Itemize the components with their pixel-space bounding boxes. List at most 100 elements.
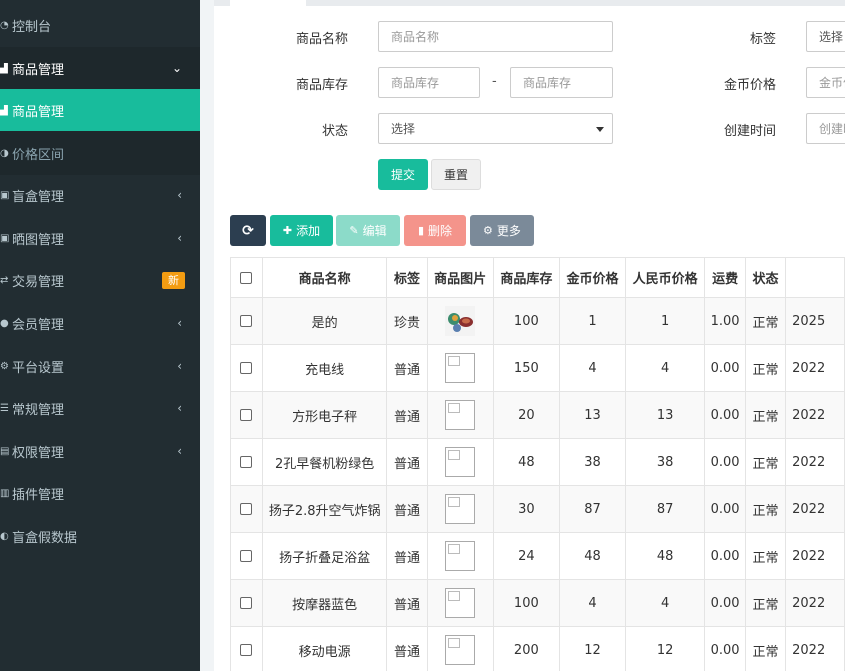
broken-image-icon[interactable]	[445, 400, 476, 430]
broken-image-icon[interactable]	[445, 541, 476, 571]
created-label: 创建时间	[723, 124, 776, 139]
cell-rmb: 87	[625, 485, 706, 533]
refresh-button[interactable]: ⟳	[230, 215, 266, 246]
col-header-freight[interactable]: 运费	[704, 257, 746, 298]
select-all-checkbox[interactable]	[240, 271, 253, 284]
goods-table: 商品名称 标签 商品图片 商品库存 金币价格 人民币价格 运费 状态 创建时间 …	[230, 257, 845, 671]
stock-min-input[interactable]: 商品库存	[378, 67, 480, 98]
reset-button[interactable]: 重置	[431, 159, 481, 190]
col-header-stock[interactable]: 商品库存	[492, 257, 560, 298]
sidebar-item-label: 盲盒假数据	[12, 530, 78, 546]
cell-rmb: 1	[625, 297, 706, 345]
sidebar-item-goods[interactable]: ▟ 商品管理	[0, 89, 200, 131]
cell-stock: 150	[492, 344, 560, 392]
col-header-name[interactable]: 商品名称	[261, 257, 388, 298]
cell-rmb: 38	[625, 438, 706, 486]
sidebar-item-label: 交易管理	[12, 274, 65, 290]
sidebar-item-general[interactable]: ☰ 常规管理 ‹	[0, 387, 200, 429]
chevron-left-icon: ‹	[177, 231, 182, 245]
table-row[interactable]: 扬子2.8升空气炸锅 普通 30 87 87 0.00 正常 2022	[230, 485, 845, 533]
row-checkbox[interactable]	[240, 315, 253, 327]
col-header-created[interactable]: 创建时间	[785, 257, 845, 298]
col-header-image[interactable]: 商品图片	[426, 257, 494, 298]
table-row[interactable]: 移动电源 普通 200 12 12 0.00 正常 2022	[230, 626, 845, 671]
more-button[interactable]: ⚙ 更多	[470, 215, 534, 246]
created-input[interactable]: 创建时间	[806, 113, 845, 144]
row-checkbox[interactable]	[240, 550, 253, 562]
sidebar-item-auth[interactable]: ▤ 权限管理 ‹	[0, 430, 200, 472]
add-button[interactable]: ✚ 添加	[270, 215, 333, 246]
cell-stock: 24	[492, 532, 560, 580]
cell-stock: 20	[492, 391, 560, 439]
row-checkbox[interactable]	[240, 409, 253, 421]
stock-label: 商品库存	[295, 78, 348, 93]
sidebar-item-price-range[interactable]: ◑ 价格区间	[0, 131, 200, 175]
broken-image-icon[interactable]	[445, 447, 476, 477]
cell-tag: 普通	[386, 438, 428, 486]
coin-input[interactable]: 金币价格	[806, 67, 845, 98]
submit-button[interactable]: 提交	[378, 159, 428, 190]
broken-image-icon[interactable]	[445, 588, 476, 618]
table-row[interactable]: 方形电子秤 普通 20 13 13 0.00 正常 2022	[230, 391, 845, 439]
tag-select[interactable]: 选择	[806, 21, 845, 52]
row-checkbox[interactable]	[240, 456, 253, 468]
product-thumbnail[interactable]	[445, 306, 476, 336]
name-input[interactable]: 商品名称	[378, 21, 613, 52]
broken-image-icon[interactable]	[445, 353, 476, 383]
sidebar-item-blindbox[interactable]: ▣ 盲盒管理 ‹	[0, 174, 200, 216]
table-row[interactable]: 充电线 普通 150 4 4 0.00 正常 2022	[230, 344, 845, 392]
sidebar-item-label: 平台设置	[12, 360, 65, 376]
table-row[interactable]: 扬子折叠足浴盆 普通 24 48 48 0.00 正常 2022	[230, 532, 845, 580]
cell-image	[426, 626, 494, 671]
sidebar-item-goods-group[interactable]: ▟ 商品管理 ⌄	[0, 47, 200, 89]
table-row[interactable]: 2孔早餐机粉绿色 普通 48 38 38 0.00 正常 2022	[230, 438, 845, 486]
cell-freight: 0.00	[704, 391, 746, 439]
gift-icon: ▣	[0, 189, 10, 201]
row-checkbox[interactable]	[240, 362, 253, 374]
delete-label: 删除	[428, 224, 453, 238]
cell-image	[426, 391, 494, 439]
sidebar-item-addons[interactable]: ▥ 插件管理	[0, 472, 200, 514]
cell-status: 正常	[744, 485, 787, 533]
cell-checkbox	[230, 438, 263, 486]
sidebar-item-members[interactable]: ● 会员管理 ‹	[0, 302, 200, 344]
plus-icon: ✚	[282, 224, 293, 237]
edit-button[interactable]: ✎ 编辑	[336, 215, 400, 246]
cell-checkbox	[230, 532, 263, 580]
col-header-tag[interactable]: 标签	[386, 257, 428, 298]
status-label: 状态	[321, 124, 348, 139]
col-header-rmb[interactable]: 人民币价格	[625, 257, 706, 298]
cell-checkbox	[230, 485, 263, 533]
image-icon: ▣	[0, 232, 10, 244]
col-header-coin[interactable]: 金币价格	[558, 257, 627, 298]
row-checkbox[interactable]	[240, 503, 253, 515]
row-checkbox[interactable]	[240, 644, 253, 656]
sidebar-item-trade[interactable]: ⇄ 交易管理 新	[0, 259, 200, 301]
broken-image-icon[interactable]	[445, 494, 476, 524]
sidebar-item-dashboard[interactable]: ◔ 控制台	[0, 4, 200, 46]
broken-image-icon[interactable]	[445, 635, 476, 665]
status-select[interactable]: 选择	[378, 113, 613, 144]
cell-created: 2022	[785, 579, 845, 627]
table-header-row: 商品名称 标签 商品图片 商品库存 金币价格 人民币价格 运费 状态 创建时间	[230, 257, 845, 298]
row-checkbox[interactable]	[240, 597, 253, 609]
table-row[interactable]: 是的 珍贵 100 1 1 1.00 正常 2025	[230, 297, 845, 345]
cell-coin: 13	[558, 391, 627, 439]
stock-max-input[interactable]: 商品库存	[510, 67, 613, 98]
cell-status: 正常	[744, 532, 787, 580]
cell-name: 扬子折叠足浴盆	[261, 532, 388, 580]
sidebar-item-label: 商品管理	[12, 104, 65, 120]
tab-active[interactable]	[230, 0, 306, 6]
cell-stock: 30	[492, 485, 560, 533]
delete-button[interactable]: ▮ 删除	[404, 215, 466, 246]
table-row[interactable]: 按摩器蓝色 普通 100 4 4 0.00 正常 2022	[230, 579, 845, 627]
select-all-cell	[230, 257, 263, 298]
sidebar-item-platform[interactable]: ⚙ 平台设置 ‹	[0, 345, 200, 387]
sidebar-item-photos[interactable]: ▣ 晒图管理 ‹	[0, 217, 200, 259]
chevron-left-icon: ‹	[177, 444, 182, 458]
col-header-status[interactable]: 状态	[744, 257, 787, 298]
cell-freight: 0.00	[704, 579, 746, 627]
cell-freight: 0.00	[704, 438, 746, 486]
sidebar-item-fake-data[interactable]: ◐ 盲盒假数据	[0, 515, 200, 557]
range-dash: -	[492, 74, 497, 89]
